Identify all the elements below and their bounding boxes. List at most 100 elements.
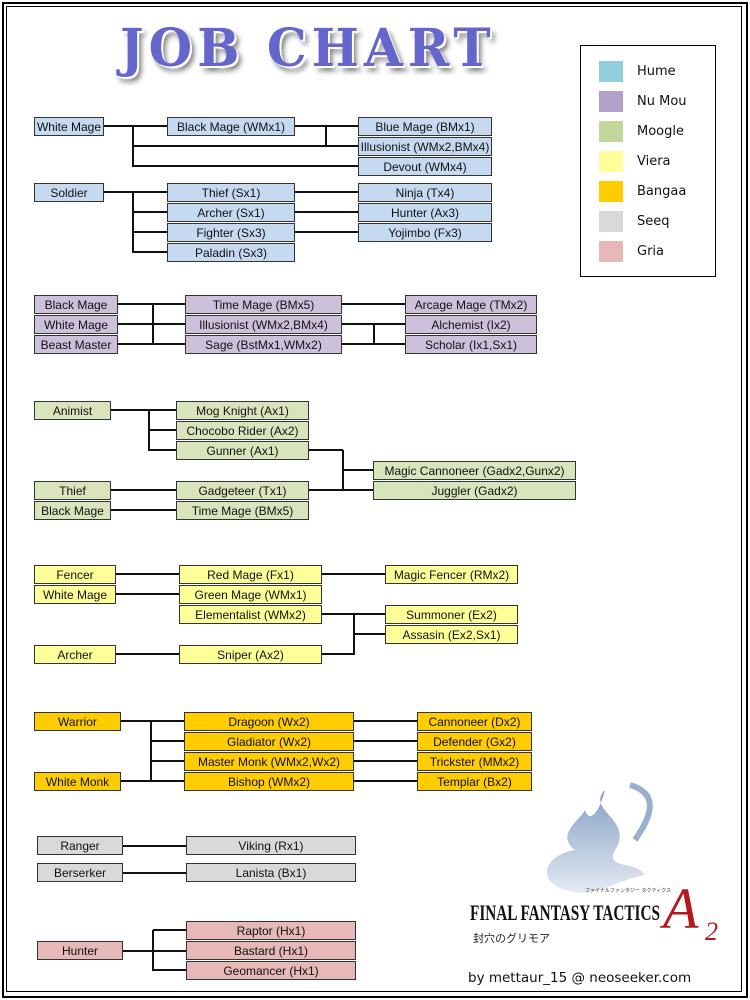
connector-line bbox=[153, 929, 186, 931]
legend-label: Hume bbox=[637, 63, 676, 79]
legend-item: Moogle bbox=[599, 120, 684, 142]
connector-line bbox=[309, 489, 343, 491]
connector-line bbox=[153, 969, 186, 971]
connector-line bbox=[133, 231, 167, 233]
job-box: Archer (Sx1) bbox=[167, 203, 295, 222]
job-box: Illusionist (WMx2,BMx4) bbox=[185, 315, 342, 334]
logo-subtitle: 封穴のグリモア bbox=[473, 931, 550, 945]
job-box: Thief bbox=[34, 481, 111, 500]
connector-line bbox=[152, 304, 154, 345]
job-box: White Mage bbox=[34, 585, 116, 604]
swirl-art bbox=[628, 782, 653, 842]
job-box: Master Monk (WMx2,Wx2) bbox=[184, 752, 354, 771]
connector-line bbox=[111, 409, 176, 411]
job-box: Warrior bbox=[34, 712, 121, 731]
connector-line bbox=[151, 760, 184, 762]
job-box: Ninja (Tx4) bbox=[358, 183, 492, 202]
connector-line bbox=[111, 509, 176, 511]
legend-item: Gria bbox=[599, 240, 664, 262]
legend-swatch bbox=[599, 240, 623, 262]
connector-line bbox=[133, 211, 167, 213]
job-box: Magic Fencer (RMx2) bbox=[385, 565, 518, 584]
job-box: Sage (BstMx1,WMx2) bbox=[185, 335, 342, 354]
connector-line bbox=[354, 613, 385, 615]
legend-label: Nu Mou bbox=[637, 93, 687, 109]
job-box: Paladin (Sx3) bbox=[167, 243, 295, 262]
job-box: Time Mage (BMx5) bbox=[176, 501, 309, 520]
job-box: Dragoon (Wx2) bbox=[184, 712, 354, 731]
job-box: Gunner (Ax1) bbox=[176, 441, 309, 460]
job-box: Cannoneer (Dx2) bbox=[417, 712, 532, 731]
connector-line bbox=[322, 613, 354, 615]
job-box: Bastard (Hx1) bbox=[186, 941, 356, 960]
connector-line bbox=[116, 653, 179, 655]
job-box: Scholar (Ix1,Sx1) bbox=[405, 335, 537, 354]
job-box: Lanista (Bx1) bbox=[186, 863, 356, 882]
logo-suffix: A bbox=[659, 876, 699, 941]
legend-label: Seeq bbox=[637, 213, 670, 229]
legend-swatch bbox=[599, 210, 623, 232]
connector-line bbox=[133, 251, 167, 253]
connector-line bbox=[309, 449, 343, 451]
connector-line bbox=[133, 165, 358, 167]
job-box: Blue Mage (BMx1) bbox=[358, 117, 492, 136]
connector-line bbox=[111, 489, 176, 491]
job-box: White Mage bbox=[34, 315, 118, 334]
legend-swatch bbox=[599, 90, 623, 112]
legend-label: Viera bbox=[637, 153, 671, 169]
job-box: Defender (Gx2) bbox=[417, 732, 532, 751]
connector-line bbox=[121, 780, 184, 782]
job-box: Berserker bbox=[37, 863, 123, 882]
legend-item: Nu Mou bbox=[599, 90, 687, 112]
job-box: Green Mage (WMx1) bbox=[179, 585, 322, 604]
job-box: White Mage bbox=[34, 117, 104, 136]
connector-line bbox=[151, 740, 184, 742]
job-box: Fencer bbox=[34, 565, 116, 584]
connector-line bbox=[132, 192, 134, 253]
legend-swatch bbox=[599, 60, 623, 82]
legend-label: Gria bbox=[637, 243, 664, 259]
job-box: Black Mage bbox=[34, 501, 111, 520]
logo-title: FINAL FANTASY TACTICS bbox=[470, 900, 660, 925]
job-box: Beast Master bbox=[34, 335, 118, 354]
job-box: Alchemist (Ix2) bbox=[405, 315, 537, 334]
legend-item: Seeq bbox=[599, 210, 670, 232]
job-box: Bishop (WMx2) bbox=[184, 772, 354, 791]
connector-line bbox=[354, 760, 417, 762]
connector-line bbox=[343, 489, 373, 491]
job-box: Red Mage (Fx1) bbox=[179, 565, 322, 584]
connector-line bbox=[295, 231, 358, 233]
job-box: Yojimbo (Fx3) bbox=[358, 223, 492, 242]
job-box: Mog Knight (Ax1) bbox=[176, 401, 309, 420]
connector-line bbox=[123, 845, 186, 847]
job-box: Thief (Sx1) bbox=[167, 183, 295, 202]
crystal-art bbox=[546, 790, 645, 893]
chart-title: JOB CHART bbox=[120, 16, 496, 79]
connector-line bbox=[149, 429, 176, 431]
job-box: Gladiator (Wx2) bbox=[184, 732, 354, 751]
connector-line bbox=[342, 303, 405, 305]
job-box: Geomancer (Hx1) bbox=[186, 961, 356, 980]
connector-line bbox=[116, 593, 179, 595]
job-box: Hunter (Ax3) bbox=[358, 203, 492, 222]
connector-line bbox=[121, 720, 184, 722]
connector-line bbox=[104, 191, 167, 193]
connector-line bbox=[152, 930, 154, 971]
connector-line bbox=[354, 720, 417, 722]
logo-suffix-sub: 2 bbox=[705, 917, 718, 946]
job-box: Magic Cannoneer (Gadx2,Gunx2) bbox=[373, 461, 576, 480]
job-box: Chocobo Rider (Ax2) bbox=[176, 421, 309, 440]
job-box: Time Mage (BMx5) bbox=[185, 295, 342, 314]
job-box: Viking (Rx1) bbox=[186, 836, 356, 855]
connector-line bbox=[295, 191, 358, 193]
job-box: Fighter (Sx3) bbox=[167, 223, 295, 242]
job-box: Assasin (Ex2,Sx1) bbox=[385, 625, 518, 644]
connector-line bbox=[322, 653, 354, 655]
connector-line bbox=[123, 872, 186, 874]
connector-line bbox=[104, 125, 167, 127]
connector-line bbox=[343, 469, 373, 471]
legend-label: Moogle bbox=[637, 123, 684, 139]
connector-line bbox=[295, 211, 358, 213]
job-box: Raptor (Hx1) bbox=[186, 921, 356, 940]
legend-swatch bbox=[599, 120, 623, 142]
